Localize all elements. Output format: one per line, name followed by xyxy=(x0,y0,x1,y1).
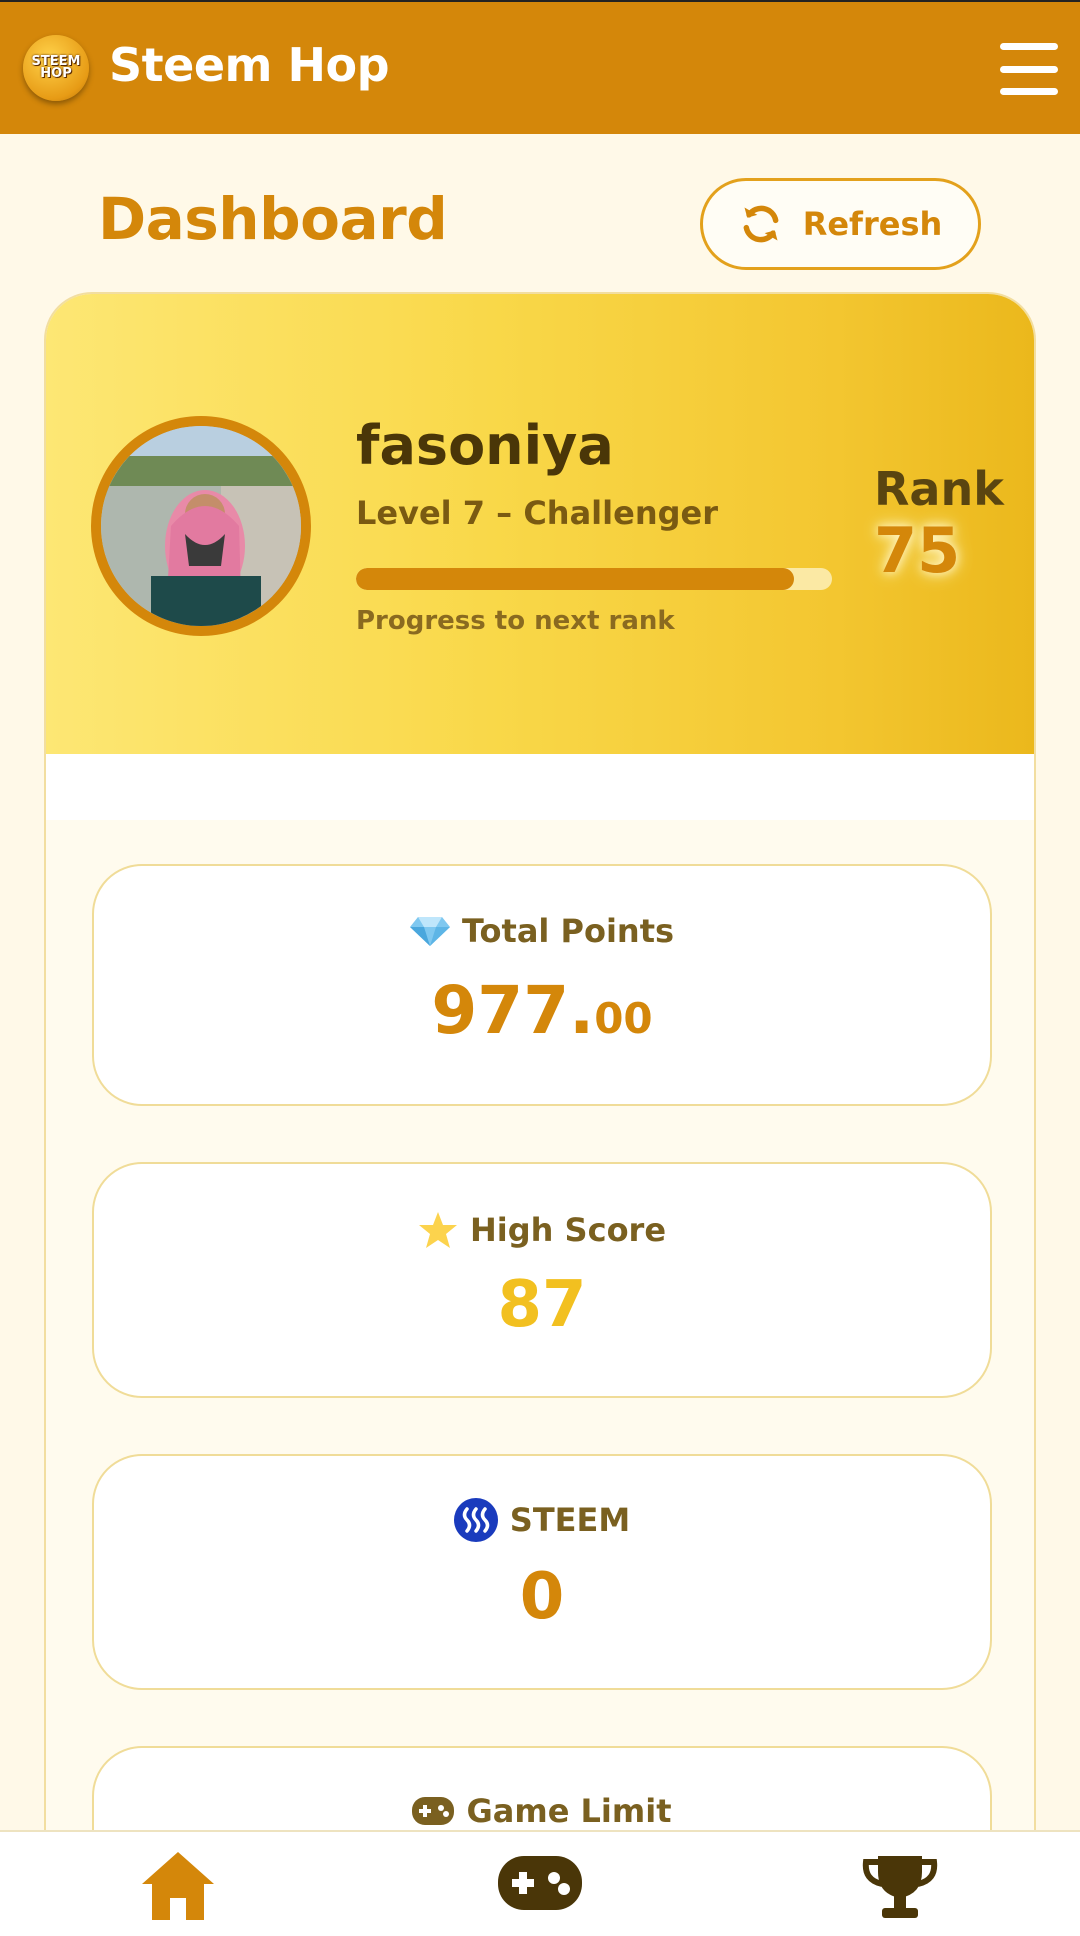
high-score-card: High Score 87 xyxy=(92,1162,992,1398)
game-limit-label-row: Game Limit xyxy=(94,1792,990,1830)
profile-divider xyxy=(46,754,1034,820)
game-limit-label: Game Limit xyxy=(466,1792,672,1830)
menu-icon-bar xyxy=(1000,43,1058,50)
total-points-value: 977.00 xyxy=(94,972,990,1049)
avatar-photo xyxy=(101,426,301,626)
rank-progress-bar xyxy=(356,568,832,590)
page-title: Dashboard xyxy=(98,185,448,253)
steem-card: STEEM 0 xyxy=(92,1454,992,1690)
high-score-value: 87 xyxy=(497,1268,587,1342)
total-points-label-row: Total Points xyxy=(94,912,990,950)
menu-icon-bar xyxy=(1000,65,1058,73)
steem-logo xyxy=(462,1507,490,1533)
steem-value: 0 xyxy=(519,1560,565,1634)
total-points-label: Total Points xyxy=(461,912,675,950)
username: fasoniya xyxy=(356,414,614,477)
total-points-card: Total Points 977.00 xyxy=(92,864,992,1106)
menu-icon-bar xyxy=(1000,88,1058,95)
dashboard-card: fasoniya Level 7 – Challenger Progress t… xyxy=(44,292,1036,1936)
rank-label: Rank xyxy=(874,462,1004,516)
steem-label-row: STEEM xyxy=(94,1498,990,1542)
rank-value: 75 xyxy=(874,514,961,587)
menu-icon[interactable] xyxy=(1000,43,1058,95)
avatar[interactable] xyxy=(91,416,311,636)
high-score-label: High Score xyxy=(469,1211,667,1249)
steem-icon xyxy=(453,1498,498,1542)
top-bar: STEEM HOP Steem Hop xyxy=(0,0,1080,134)
profile-banner: fasoniya Level 7 – Challenger Progress t… xyxy=(46,294,1034,754)
refresh-icon xyxy=(743,205,779,243)
steem-label: STEEM xyxy=(509,1501,631,1539)
total-points-decimal: 00 xyxy=(594,994,653,1043)
nav-leaderboard[interactable] xyxy=(862,1854,938,1924)
home-icon xyxy=(142,1852,214,1920)
nav-game[interactable] xyxy=(498,1856,582,1914)
high-score-label-row: High Score xyxy=(94,1210,990,1250)
app-title[interactable]: Steem Hop xyxy=(109,38,390,92)
diamond-icon xyxy=(409,917,450,946)
bottom-nav xyxy=(0,1830,1080,1936)
app-logo[interactable]: STEEM HOP xyxy=(23,35,89,101)
progress-label: Progress to next rank xyxy=(356,606,675,636)
rank-progress-fill xyxy=(356,568,794,590)
nav-home[interactable] xyxy=(140,1850,216,1926)
gamepad-icon xyxy=(498,1856,582,1910)
refresh-button[interactable]: Refresh xyxy=(700,178,981,270)
level-label: Level 7 – Challenger xyxy=(356,494,718,532)
trophy-icon xyxy=(862,1856,938,1918)
logo-text-bottom: HOP xyxy=(40,66,72,81)
total-points-main: 977. xyxy=(431,972,595,1049)
star-icon xyxy=(418,1212,457,1248)
gamepad-icon xyxy=(412,1797,455,1825)
refresh-label: Refresh xyxy=(802,205,943,243)
